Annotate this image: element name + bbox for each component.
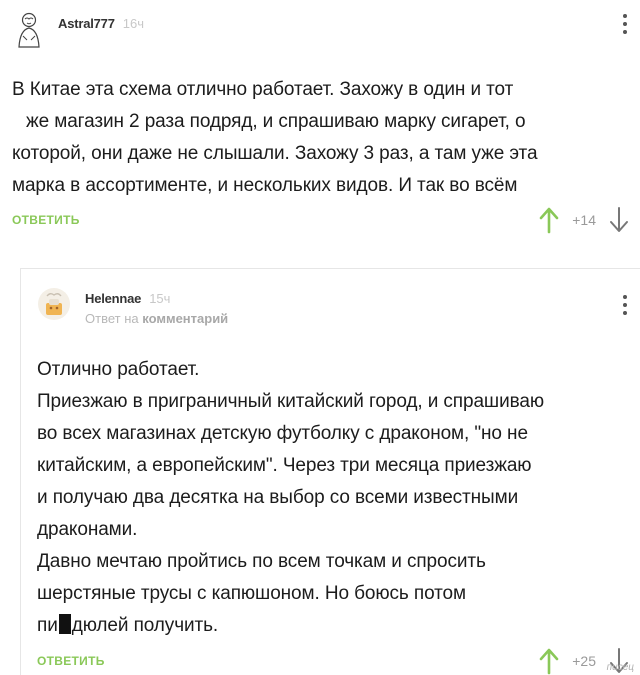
- arrow-down-icon[interactable]: [608, 206, 630, 234]
- comment-text: Отлично работает. Приезжаю в приграничны…: [37, 354, 617, 642]
- reply-comment: Helennae 15ч Ответ на комментарий Отличн…: [20, 268, 640, 675]
- vote-controls: +14: [538, 206, 630, 234]
- reply-button[interactable]: ОТВЕТИТЬ: [12, 213, 80, 227]
- comment-footer: ОТВЕТИТЬ +25: [37, 647, 630, 675]
- reply-target-link[interactable]: комментарий: [142, 311, 228, 326]
- watermark: писец: [606, 662, 634, 673]
- arrow-up-icon[interactable]: [538, 647, 560, 675]
- comment-time: 16ч: [122, 16, 144, 31]
- username[interactable]: Astral777: [58, 16, 115, 31]
- censor-block: [58, 614, 71, 634]
- comment-time: 15ч: [149, 291, 171, 306]
- comment-line: шерстяные трусы с капюшоном. Но боюсь по…: [37, 583, 466, 604]
- arrow-up-icon[interactable]: [538, 206, 560, 234]
- comment-text: В Китае эта схема отлично работает. Захо…: [12, 74, 612, 202]
- comment-line: драконами.: [37, 519, 138, 540]
- avatar[interactable]: [14, 10, 44, 48]
- comment-line: которой, они даже не слышали. Захожу 3 р…: [12, 143, 538, 164]
- comment-line: и получаю два десятка на выбор со всеми …: [37, 487, 519, 508]
- comment-line: В Китае эта схема отлично работает. Захо…: [12, 79, 514, 100]
- comment-line: Давно мечтаю пройтись по всем точкам и с…: [37, 551, 486, 572]
- comment-footer: ОТВЕТИТЬ +14: [12, 206, 630, 234]
- comment-line: Отлично работает.: [37, 359, 200, 380]
- rating-score: +14: [572, 212, 596, 228]
- comment-line: же магазин 2 раза подряд, и спрашиваю ма…: [26, 111, 526, 132]
- avatar[interactable]: [35, 287, 73, 321]
- comment-line: китайским, а европейским". Через три мес…: [37, 455, 532, 476]
- more-vertical-icon[interactable]: [622, 295, 628, 319]
- reply-button[interactable]: ОТВЕТИТЬ: [37, 654, 105, 668]
- comment-line: Приезжаю в приграничный китайский город,…: [37, 391, 544, 412]
- comment-line: марка в ассортименте, и нескольких видов…: [12, 175, 518, 196]
- reply-to-info: Ответ на комментарий: [85, 311, 229, 326]
- comment-header: Helennae 15ч Ответ на комментарий: [35, 287, 228, 326]
- comment-line: во всех магазинах детскую футболку с дра…: [37, 423, 528, 444]
- username[interactable]: Helennae: [85, 291, 141, 306]
- rating-score: +25: [572, 653, 596, 669]
- more-vertical-icon[interactable]: [622, 14, 628, 38]
- comment-line: пи дюлей получить.: [37, 614, 219, 636]
- comment-header: Astral777 16ч: [14, 10, 144, 48]
- comment: Astral777 16ч В Китае эта схема отлично …: [0, 0, 640, 252]
